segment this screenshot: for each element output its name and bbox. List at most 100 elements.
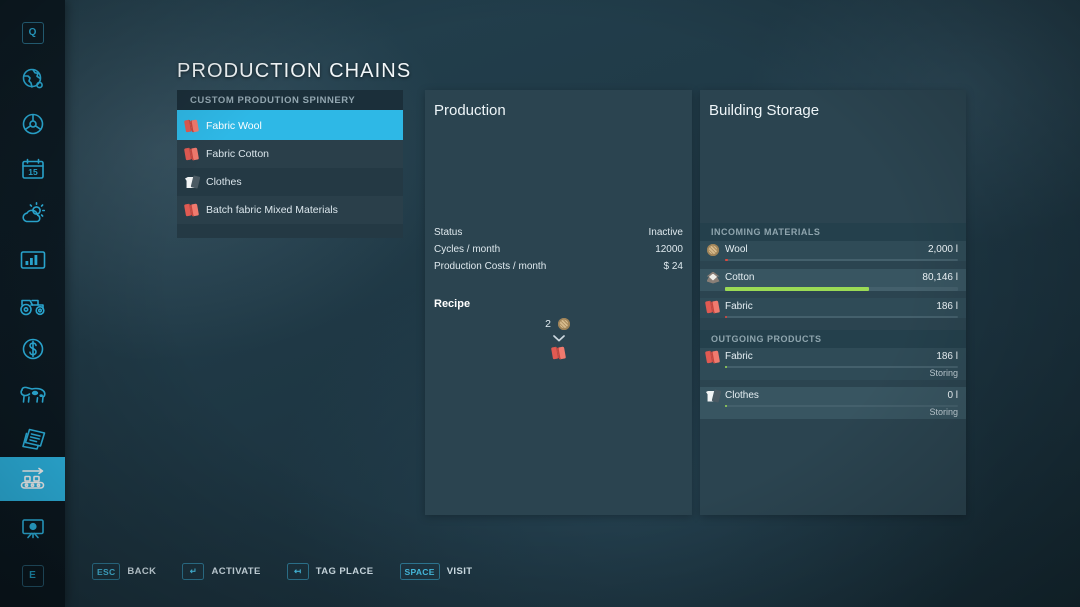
status-badge: Storing — [700, 368, 966, 380]
sidebar-item-animals[interactable] — [0, 371, 65, 416]
hotkey-label: VISIT — [447, 566, 473, 577]
fill-bar-value — [725, 366, 727, 368]
key-badge: ESC — [92, 563, 120, 580]
table-row[interactable]: Fabric 186 l — [700, 298, 966, 318]
fill-bar-track — [725, 316, 958, 318]
page-title: PRODUCTION CHAINS — [177, 60, 411, 83]
hotkey-activate[interactable]: ↵ ACTIVATE — [182, 563, 260, 580]
steering-wheel-icon — [21, 112, 45, 136]
stat-label: Status — [434, 227, 462, 238]
stat-value: 12000 — [655, 244, 683, 255]
easel-display-icon — [20, 517, 46, 541]
key-badge: SPACE — [400, 563, 440, 580]
wool-icon — [556, 316, 572, 332]
status-badge: Storing — [700, 407, 966, 419]
table-row[interactable]: Cotton 80,146 l — [700, 269, 966, 291]
chain-list-header: CUSTOM PRODUTION SPINNERY — [177, 90, 403, 112]
sidebar-item-statistics[interactable] — [0, 237, 65, 282]
outgoing-products-header: OUTGOING PRODUCTS — [700, 330, 966, 348]
storage-panel-title: Building Storage — [709, 102, 819, 119]
tractor-icon — [19, 294, 47, 316]
globe-gear-icon — [21, 67, 45, 91]
fill-bar-track — [725, 366, 958, 368]
stat-row-cycles: Cycles / month 12000 — [434, 241, 683, 258]
material-name: Wool — [725, 244, 924, 255]
bar-chart-icon — [20, 250, 46, 270]
table-row[interactable]: Clothes 0 l Storing — [700, 387, 966, 419]
fill-bar-value — [725, 316, 727, 318]
stat-label: Production Costs / month — [434, 261, 546, 272]
key-q-icon: Q — [22, 22, 44, 44]
material-name: Cotton — [725, 272, 918, 283]
fabric-icon — [551, 345, 567, 361]
list-item-label: Fabric Wool — [206, 121, 262, 132]
list-item[interactable]: Fabric Wool — [177, 112, 403, 140]
documents-icon — [19, 428, 47, 450]
material-amount: 2,000 l — [928, 244, 958, 255]
stat-value: Inactive — [649, 227, 683, 238]
fill-bar-track — [725, 259, 958, 261]
hotkey-back[interactable]: ESC BACK — [92, 563, 156, 580]
sidebar-item-contracts[interactable] — [0, 416, 65, 461]
product-name: Fabric — [725, 351, 932, 362]
material-amount: 80,146 l — [922, 272, 958, 283]
fabric-icon — [184, 146, 200, 162]
fill-bar-track — [725, 405, 958, 407]
cow-icon — [18, 383, 48, 405]
sidebar-item-key-e[interactable]: E — [0, 553, 65, 598]
fabric-icon — [705, 349, 721, 365]
stat-row-status: Status Inactive — [434, 224, 683, 241]
chain-list-footer — [177, 224, 403, 238]
cotton-icon — [705, 270, 721, 286]
clothes-icon — [184, 174, 200, 190]
list-item-label: Batch fabric Mixed Materials — [206, 205, 338, 216]
left-sidebar: Q 15 — [0, 0, 65, 607]
clothes-icon — [705, 388, 721, 404]
sidebar-item-vehicle-steering[interactable] — [0, 101, 65, 146]
sidebar-item-calendar[interactable]: 15 — [0, 146, 65, 191]
production-panel: Production Status Inactive Cycles / mont… — [425, 90, 692, 515]
fill-bar-value — [725, 287, 869, 291]
recipe-output — [551, 345, 567, 361]
fabric-icon — [184, 202, 200, 218]
sidebar-item-vehicles[interactable] — [0, 282, 65, 327]
list-item-label: Clothes — [206, 177, 242, 188]
list-item[interactable]: Clothes — [177, 168, 403, 196]
tab-key-icon: ↤ — [287, 563, 309, 580]
product-amount: 0 l — [947, 390, 958, 401]
help-bar: ESC BACK ↵ ACTIVATE ↤ TAG PLACE SPACE VI… — [92, 563, 498, 580]
fill-bar-value — [725, 405, 727, 407]
fill-bar-value — [725, 259, 728, 261]
table-row[interactable]: Fabric 186 l Storing — [700, 348, 966, 380]
hotkey-visit[interactable]: SPACE VISIT — [400, 563, 473, 580]
recipe-flow: 2 — [425, 316, 692, 361]
chevron-down-icon — [553, 335, 565, 342]
recipe-heading: Recipe — [434, 298, 470, 310]
sidebar-item-production-chains[interactable] — [0, 457, 65, 501]
stat-row-costs: Production Costs / month $ 24 — [434, 258, 683, 275]
list-item[interactable]: Batch fabric Mixed Materials — [177, 196, 403, 224]
list-item[interactable]: Fabric Cotton — [177, 140, 403, 168]
material-amount: 186 l — [936, 301, 958, 312]
sidebar-item-weather[interactable] — [0, 191, 65, 236]
material-name: Fabric — [725, 301, 932, 312]
recipe-input-amount: 2 — [545, 318, 551, 330]
production-panel-title: Production — [434, 102, 506, 119]
stat-label: Cycles / month — [434, 244, 500, 255]
hotkey-label: BACK — [127, 566, 156, 577]
recipe-input: 2 — [545, 316, 572, 332]
key-e-icon: E — [22, 565, 44, 587]
sidebar-item-globe-settings[interactable] — [0, 56, 65, 101]
hotkey-tag-place[interactable]: ↤ TAG PLACE — [287, 563, 374, 580]
conveyor-belt-icon — [18, 466, 48, 492]
hotkey-label: ACTIVATE — [211, 566, 260, 577]
table-row[interactable]: Wool 2,000 l — [700, 241, 966, 261]
fill-bar-track — [725, 287, 958, 291]
sidebar-item-finances[interactable] — [0, 326, 65, 371]
fabric-icon — [184, 118, 200, 134]
product-amount: 186 l — [936, 351, 958, 362]
sidebar-item-map-hotspot-key[interactable]: Q — [0, 10, 65, 55]
weather-sun-cloud-icon — [20, 202, 46, 226]
enter-key-icon: ↵ — [182, 563, 204, 580]
sidebar-item-presentation[interactable] — [0, 506, 65, 551]
